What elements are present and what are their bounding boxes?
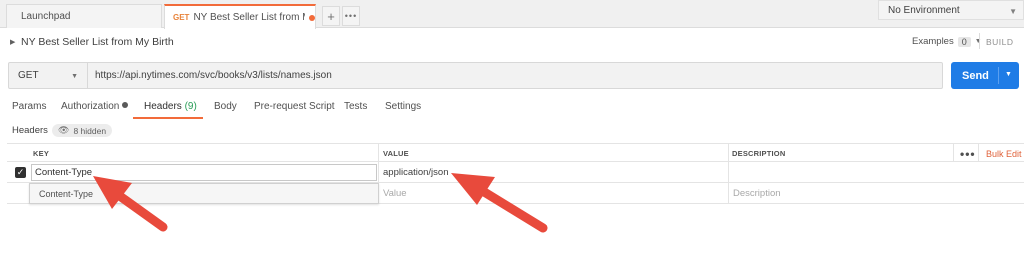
method-select[interactable]: GET ▼ — [8, 62, 88, 89]
tab-tests[interactable]: Tests — [344, 101, 367, 112]
examples-dropdown[interactable]: Examples 0 ▼ — [912, 36, 982, 47]
tab-body[interactable]: Body — [214, 101, 237, 112]
divider — [979, 33, 980, 49]
examples-label: Examples — [912, 36, 954, 47]
more-options-icon[interactable]: ••• — [960, 147, 976, 161]
unsaved-dot-icon — [309, 14, 315, 21]
tab-method: GET — [173, 13, 190, 22]
build-button[interactable]: BUILD — [986, 37, 1014, 47]
autocomplete-option[interactable]: Content-Type — [29, 183, 379, 204]
environment-value: No Environment — [888, 4, 960, 16]
header-key-input[interactable]: Content-Type — [31, 164, 377, 181]
more-icon: ••• — [344, 11, 358, 21]
autocomplete-option-label: Content-Type — [39, 188, 94, 199]
url-input[interactable]: https://api.nytimes.com/svc/books/v3/lis… — [87, 62, 943, 89]
tab-ny-best-seller[interactable]: GET NY Best Seller List from My Birth — [164, 4, 316, 29]
request-name[interactable]: NY Best Seller List from My Birth — [21, 36, 174, 48]
tab-title: Launchpad — [21, 11, 71, 22]
new-value-placeholder[interactable]: Value — [383, 188, 407, 199]
headers-count: (9) — [184, 101, 197, 112]
column-header-description: DESCRIPTION — [732, 149, 786, 158]
tab-headers-label: Headers — [144, 101, 182, 112]
header-key-value: Content-Type — [35, 167, 93, 178]
table-header: KEY VALUE DESCRIPTION ••• Bulk Edit — [7, 143, 1024, 162]
hidden-count: 8 hidden — [73, 125, 107, 136]
bulk-edit-link[interactable]: Bulk Edit — [986, 149, 1022, 159]
column-header-value: VALUE — [383, 149, 409, 158]
tab-prerequest-script[interactable]: Pre-request Script — [254, 101, 335, 112]
examples-count: 0 — [957, 36, 971, 47]
url-value: https://api.nytimes.com/svc/books/v3/lis… — [95, 70, 332, 81]
tab-launchpad[interactable]: Launchpad — [6, 4, 162, 28]
chevron-down-icon: ▼ — [1009, 7, 1017, 16]
column-divider — [953, 143, 954, 162]
tab-authorization-label: Authorization — [61, 101, 120, 112]
header-value[interactable]: application/json — [383, 167, 449, 178]
tab-params[interactable]: Params — [12, 101, 46, 112]
environment-select[interactable]: No Environment ▼ — [878, 0, 1024, 20]
tab-options-button[interactable]: ••• — [342, 6, 360, 26]
active-tab-indicator — [133, 117, 203, 119]
send-label: Send — [962, 69, 989, 82]
tab-title: NY Best Seller List from My Birth — [193, 12, 305, 23]
chevron-down-icon[interactable]: ▼ — [1005, 71, 1012, 78]
send-button[interactable]: Send ▼ — [951, 62, 1019, 89]
hidden-headers-toggle[interactable]: 👁 8 hidden — [52, 124, 113, 137]
tab-settings[interactable]: Settings — [385, 101, 421, 112]
row-enabled-checkbox[interactable]: ✓ — [15, 167, 26, 178]
new-description-placeholder[interactable]: Description — [733, 188, 781, 199]
eye-icon: 👁 — [58, 125, 70, 135]
table-row: ✓ Content-Type application/json — [7, 162, 1024, 183]
headers-section-label: Headers — [12, 125, 48, 136]
check-icon: ✓ — [16, 167, 25, 177]
tab-authorization[interactable]: Authorization — [61, 101, 129, 112]
status-dot-icon — [122, 102, 129, 109]
divider — [998, 67, 999, 84]
plus-icon: + — [327, 8, 335, 24]
tab-headers[interactable]: Headers (9) — [144, 101, 197, 112]
method-value: GET — [18, 70, 39, 81]
expand-triangle-icon[interactable]: ▶ — [10, 38, 15, 46]
new-tab-button[interactable]: + — [322, 6, 340, 26]
chevron-down-icon: ▼ — [71, 73, 78, 80]
column-header-key: KEY — [33, 149, 50, 158]
column-divider — [978, 143, 979, 162]
